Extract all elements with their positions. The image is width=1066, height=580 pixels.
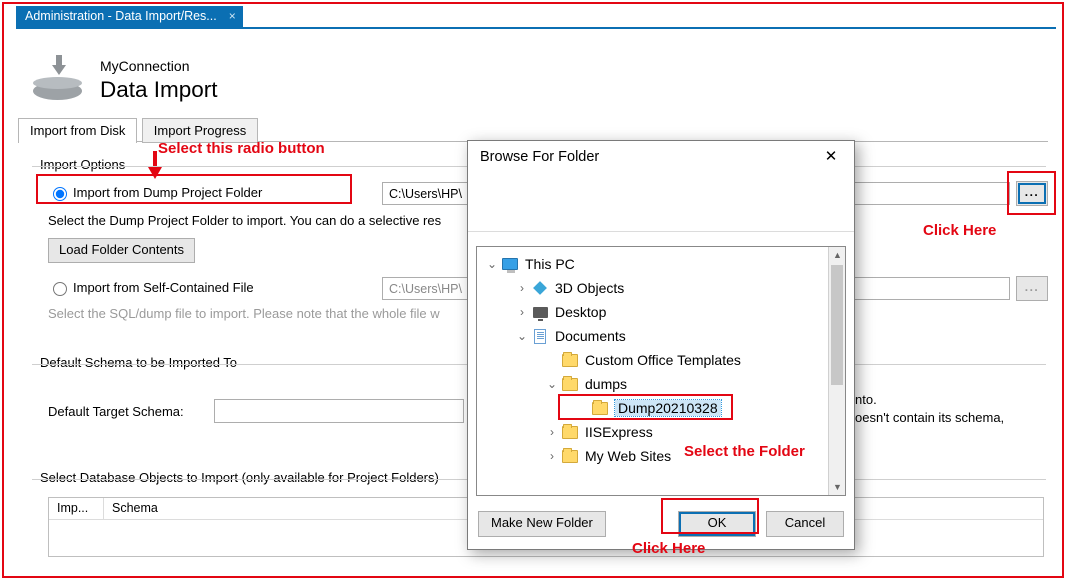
load-folder-button[interactable]: Load Folder Contents (48, 238, 195, 263)
annotation-click-here-1: Click Here (923, 222, 996, 239)
scroll-thumb[interactable] (831, 265, 843, 385)
browse-dump-button[interactable]: ... (1016, 181, 1048, 206)
chevron-down-icon[interactable]: ⌄ (485, 257, 499, 271)
radio-self-file-label: Import from Self-Contained File (73, 280, 254, 295)
annotation-arrow-icon (148, 151, 162, 177)
app-tab[interactable]: Administration - Data Import/Res... × (16, 6, 243, 27)
default-target-schema-select[interactable] (214, 399, 464, 423)
dialog-title: Browse For Folder (480, 149, 599, 165)
tree-custom-templates[interactable]: Custom Office Templates (477, 349, 741, 371)
tree-dump20210328[interactable]: Dump20210328 (477, 397, 721, 419)
tree-dumps[interactable]: ⌄ dumps (477, 373, 627, 395)
radio-self-file-row[interactable]: Import from Self-Contained File (48, 279, 254, 296)
schema-note-2: oesn't contain its schema, (855, 410, 1004, 425)
scroll-down-icon[interactable]: ▼ (833, 482, 842, 492)
tree-desktop[interactable]: › Desktop (477, 301, 606, 323)
make-new-folder-button[interactable]: Make New Folder (478, 511, 606, 537)
tree-documents[interactable]: ⌄ Documents (477, 325, 626, 347)
dialog-buttons: Make New Folder OK Cancel (478, 511, 844, 537)
page-title: Data Import (100, 77, 218, 103)
browse-self-button: ... (1016, 276, 1048, 301)
col-import[interactable]: Imp... (49, 498, 104, 519)
dialog-close-button[interactable]: ✕ (814, 145, 848, 171)
chevron-down-icon[interactable]: ⌄ (515, 329, 529, 343)
tree-iisexpress[interactable]: › IISExpress (477, 421, 653, 443)
chevron-right-icon[interactable]: › (515, 305, 529, 319)
chevron-down-icon[interactable]: ⌄ (545, 377, 559, 391)
tab-underline (16, 27, 1056, 29)
default-schema-group-label: Default Schema to be Imported To (36, 355, 241, 370)
dump-help-text: Select the Dump Project Folder to import… (48, 213, 441, 228)
objects-label: Select Database Objects to Import (only … (36, 470, 443, 485)
folder-icon (561, 352, 579, 368)
desktop-icon (531, 304, 549, 320)
data-import-icon (30, 55, 85, 100)
tree-3d-objects[interactable]: › 3D Objects (477, 277, 624, 299)
tab-import-disk[interactable]: Import from Disk (18, 118, 137, 143)
main-tabs: Import from Disk Import Progress (18, 117, 1048, 142)
schema-note-1: nto. (855, 392, 877, 407)
document-icon (531, 328, 549, 344)
browse-folder-dialog: Browse For Folder ✕ ⌄ This PC › 3D Objec… (467, 140, 855, 550)
folder-icon (561, 376, 579, 392)
radio-self-file[interactable] (53, 282, 67, 296)
annotation-click-here-2: Click Here (632, 540, 705, 557)
ok-button[interactable]: OK (678, 511, 756, 537)
self-help-text: Select the SQL/dump file to import. Plea… (48, 306, 440, 321)
chevron-right-icon[interactable]: › (545, 425, 559, 439)
radio-dump-folder-row[interactable]: Import from Dump Project Folder (48, 184, 262, 201)
cube-icon (531, 280, 549, 296)
chevron-right-icon[interactable]: › (515, 281, 529, 295)
dialog-separator (468, 231, 854, 232)
app-tab-title: Administration - Data Import/Res... (25, 9, 217, 23)
chevron-right-icon[interactable]: › (545, 449, 559, 463)
radio-dump-folder-label: Import from Dump Project Folder (73, 185, 262, 200)
folder-icon (561, 448, 579, 464)
scroll-up-icon[interactable]: ▲ (833, 250, 842, 260)
close-tab-icon[interactable]: × (229, 9, 236, 23)
pc-icon (501, 256, 519, 272)
folder-icon (591, 400, 609, 416)
connection-name: MyConnection (100, 58, 190, 74)
import-options-label: Import Options (36, 157, 129, 172)
cancel-button[interactable]: Cancel (766, 511, 844, 537)
annotation-select-radio: Select this radio button (158, 140, 325, 157)
tree-this-pc[interactable]: ⌄ This PC (477, 253, 575, 275)
folder-icon (561, 424, 579, 440)
tree-scrollbar[interactable]: ▲ ▼ (828, 247, 845, 495)
tree-my-web-sites[interactable]: › My Web Sites (477, 445, 671, 467)
annotation-select-folder: Select the Folder (684, 443, 805, 460)
default-target-schema-label: Default Target Schema: (48, 404, 184, 419)
radio-dump-folder[interactable] (53, 187, 67, 201)
